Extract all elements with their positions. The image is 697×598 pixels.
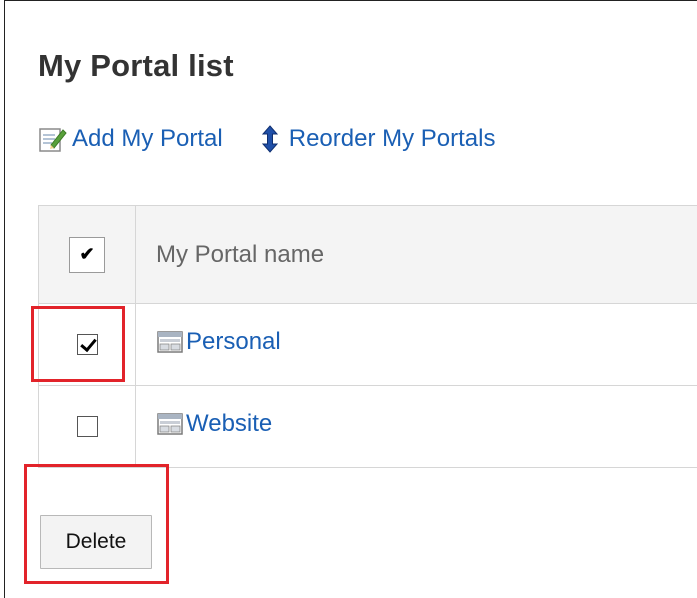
edit-icon bbox=[38, 124, 68, 154]
table-row: Website bbox=[38, 385, 697, 468]
table-row: Personal bbox=[38, 303, 697, 386]
row-checkbox-cell bbox=[38, 385, 136, 468]
row-checkbox-personal[interactable] bbox=[76, 334, 98, 355]
reorder-my-portals-label: Reorder My Portals bbox=[288, 125, 496, 152]
portal-link-personal[interactable]: Personal bbox=[156, 328, 281, 356]
portal-name: Personal bbox=[186, 328, 281, 355]
portal-link-website[interactable]: Website bbox=[156, 410, 272, 438]
row-name-cell: Website bbox=[135, 385, 697, 468]
portal-name: Website bbox=[186, 410, 273, 437]
reorder-my-portals-link[interactable]: Reorder My Portals bbox=[255, 124, 496, 154]
portal-icon bbox=[157, 331, 183, 353]
page-title: My Portal list bbox=[38, 48, 234, 83]
add-my-portal-label: Add My Portal bbox=[72, 125, 223, 152]
action-bar: Add My Portal Reorder My Portals bbox=[38, 124, 527, 154]
select-all-checkbox[interactable]: ✔ bbox=[69, 236, 105, 273]
select-all-cell: ✔ bbox=[38, 205, 136, 304]
column-header-name: My Portal name bbox=[135, 205, 697, 304]
reorder-arrows-icon bbox=[255, 124, 285, 154]
row-checkbox-cell bbox=[38, 303, 136, 386]
add-my-portal-link[interactable]: Add My Portal bbox=[38, 124, 223, 154]
table-header-row: ✔ My Portal name bbox=[38, 205, 697, 304]
delete-button[interactable]: Delete bbox=[40, 515, 152, 569]
row-name-cell: Personal bbox=[135, 303, 697, 386]
portal-icon bbox=[157, 413, 183, 435]
select-all-check-glyph: ✔ bbox=[79, 243, 95, 264]
row-checkbox-website[interactable] bbox=[76, 416, 98, 437]
my-portal-table: ✔ My Portal name Personal Website bbox=[38, 205, 697, 468]
